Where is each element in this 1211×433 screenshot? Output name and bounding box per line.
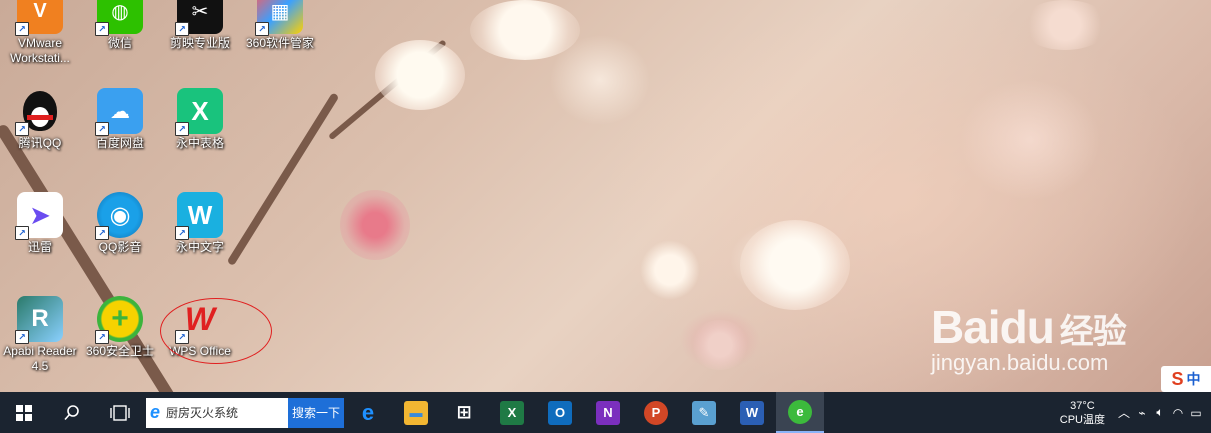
store-icon: ⊞ (456, 402, 472, 422)
search-taskbar-button[interactable] (48, 392, 96, 433)
taskbar: e 厨房灭火系统 搜索一下 e ▬ ⊞ X O N P ✎ W e 37°C C… (0, 392, 1211, 433)
yozo-sheet-icon: X ↗ (175, 88, 223, 136)
taskbar-app-file-explorer[interactable]: ▬ (392, 392, 440, 433)
wallpaper-blossom (740, 220, 850, 310)
taskbar-app-edge[interactable]: e (344, 392, 392, 433)
wallpaper-blossom (470, 0, 580, 60)
system-tray: 37°C CPU温度 ︿ ⌁ 🔈︎ ◠ ▭ (1050, 392, 1211, 433)
desktop-icon-yozo-writer[interactable]: W ↗ 永中文字 (160, 192, 240, 255)
desktop-icon-label: 腾讯QQ (18, 136, 62, 150)
desktop-icon-qq[interactable]: ↗ 腾讯QQ (0, 88, 80, 151)
network-icon[interactable]: ⌁ (1133, 406, 1151, 420)
desktop-icon-label: 微信 (107, 36, 132, 50)
sogou-logo-icon: S (1171, 368, 1184, 389)
vmware-icon: V ↗ (15, 0, 63, 36)
search-icon (64, 404, 79, 420)
red-circle-annotation (160, 298, 272, 364)
desktop: V ↗ VMware Workstati... ◍ ↗ 微信 ✂ ↗ 剪映专业版 ▦ ↗… (0, 0, 1211, 392)
search-submit-button[interactable]: 搜索一下 (288, 397, 344, 428)
desktop-icon-jianying[interactable]: ✂ ↗ 剪映专业版 (160, 0, 240, 51)
taskbar-app-excel[interactable]: X (488, 392, 536, 433)
ime-mode-label: 中 (1186, 371, 1201, 387)
qq-icon: ↗ (15, 88, 63, 136)
desktop-icon-label: 百度网盘 (95, 136, 144, 150)
browser-360-icon: e (788, 399, 812, 424)
desktop-icon-wechat[interactable]: ◍ ↗ 微信 (80, 0, 160, 51)
outlook-icon: O (548, 400, 572, 425)
desktop-icon-label: 剪映专业版 (169, 36, 230, 50)
desktop-icon-label: 永中文字 (175, 240, 224, 254)
desktop-icon-vmware[interactable]: V ↗ VMware Workstati... (0, 0, 80, 66)
paint-icon: ✎ (692, 400, 716, 425)
ie-icon: e (150, 402, 161, 422)
chevron-up-icon[interactable]: ︿ (1115, 404, 1133, 421)
360-safe-icon: + ↗ (95, 296, 143, 344)
onenote-icon: N (596, 400, 620, 425)
desktop-icon-label: 360安全卫士 (85, 344, 155, 358)
wifi-icon[interactable]: ◠ (1169, 406, 1187, 420)
notification-icon[interactable]: ▭ (1187, 406, 1205, 420)
desktop-icon-qq-player[interactable]: ◉ ↗ QQ影音 (80, 192, 160, 255)
start-button[interactable] (0, 392, 48, 433)
taskbar-app-store[interactable]: ⊞ (440, 392, 488, 433)
wallpaper-blossom (690, 320, 750, 370)
edge-icon: e (361, 399, 375, 425)
cpu-temperature-widget[interactable]: 37°C CPU温度 (1050, 399, 1115, 427)
desktop-icon-yozo-sheet[interactable]: X ↗ 永中表格 (160, 88, 240, 151)
task-view-icon (110, 404, 130, 421)
sogou-ime-badge[interactable]: S 中 (1161, 366, 1211, 392)
watermark-logo: Baidu 经验 (931, 301, 1127, 353)
desktop-icon-label: 迅雷 (27, 240, 52, 254)
wallpaper-blossom (340, 190, 410, 260)
wallpaper-branch (226, 92, 340, 267)
desktop-icon-label: 永中表格 (175, 136, 224, 150)
desktop-icon-apabi-reader[interactable]: R ↗ Apabi Reader 4.5 (0, 296, 80, 374)
task-view-button[interactable] (96, 392, 144, 433)
excel-icon: X (500, 400, 524, 425)
taskbar-app-powerpoint[interactable]: P (632, 392, 680, 433)
cpu-temp-value: 37°C (1070, 399, 1095, 412)
powerpoint-icon: P (644, 400, 668, 425)
wechat-icon: ◍ ↗ (95, 0, 143, 36)
desktop-icon-label: Apabi Reader 4.5 (3, 344, 77, 373)
file-explorer-icon: ▬ (404, 400, 428, 425)
jianying-icon: ✂ ↗ (175, 0, 223, 36)
volume-icon[interactable]: 🔈︎ (1151, 405, 1169, 420)
search-query-text: 厨房灭火系统 (166, 406, 239, 420)
desktop-icon-360-software[interactable]: ▦ ↗ 360软件管家 (240, 0, 320, 51)
yozo-writer-icon: W ↗ (175, 192, 223, 240)
cpu-temp-label: CPU温度 (1059, 413, 1105, 426)
baidu-jingyan-watermark: Baidu 经验 jingyan.baidu.com (931, 300, 1151, 392)
desktop-icon-baidu-netdisk[interactable]: ☁ ↗ 百度网盘 (80, 88, 160, 151)
taskbar-app-paint[interactable]: ✎ (680, 392, 728, 433)
desktop-icon-label: QQ影音 (98, 240, 142, 254)
wallpaper-blossom (640, 240, 700, 300)
360-software-icon: ▦ ↗ (255, 0, 303, 36)
wallpaper-blossom (375, 40, 465, 110)
taskbar-app-onenote[interactable]: N (584, 392, 632, 433)
apabi-reader-icon: R ↗ (15, 296, 63, 344)
taskbar-app-360-browser[interactable]: e (776, 392, 824, 433)
taskbar-search-box[interactable]: e 厨房灭火系统 (146, 397, 288, 428)
desktop-icon-360-safe[interactable]: + ↗ 360安全卫士 (80, 296, 160, 359)
qq-player-icon: ◉ ↗ (95, 192, 143, 240)
windows-logo-icon (16, 404, 32, 421)
taskbar-app-word[interactable]: W (728, 392, 776, 433)
word-icon: W (740, 400, 764, 425)
desktop-icon-label: 360软件管家 (245, 36, 315, 50)
desktop-icon-xunlei[interactable]: ➤ ↗ 迅雷 (0, 192, 80, 255)
taskbar-app-outlook[interactable]: O (536, 392, 584, 433)
xunlei-icon: ➤ ↗ (15, 192, 63, 240)
wallpaper-blossom (1020, 0, 1110, 50)
baidu-netdisk-icon: ☁ ↗ (95, 88, 143, 136)
desktop-icon-label: VMware Workstati... (10, 36, 70, 65)
